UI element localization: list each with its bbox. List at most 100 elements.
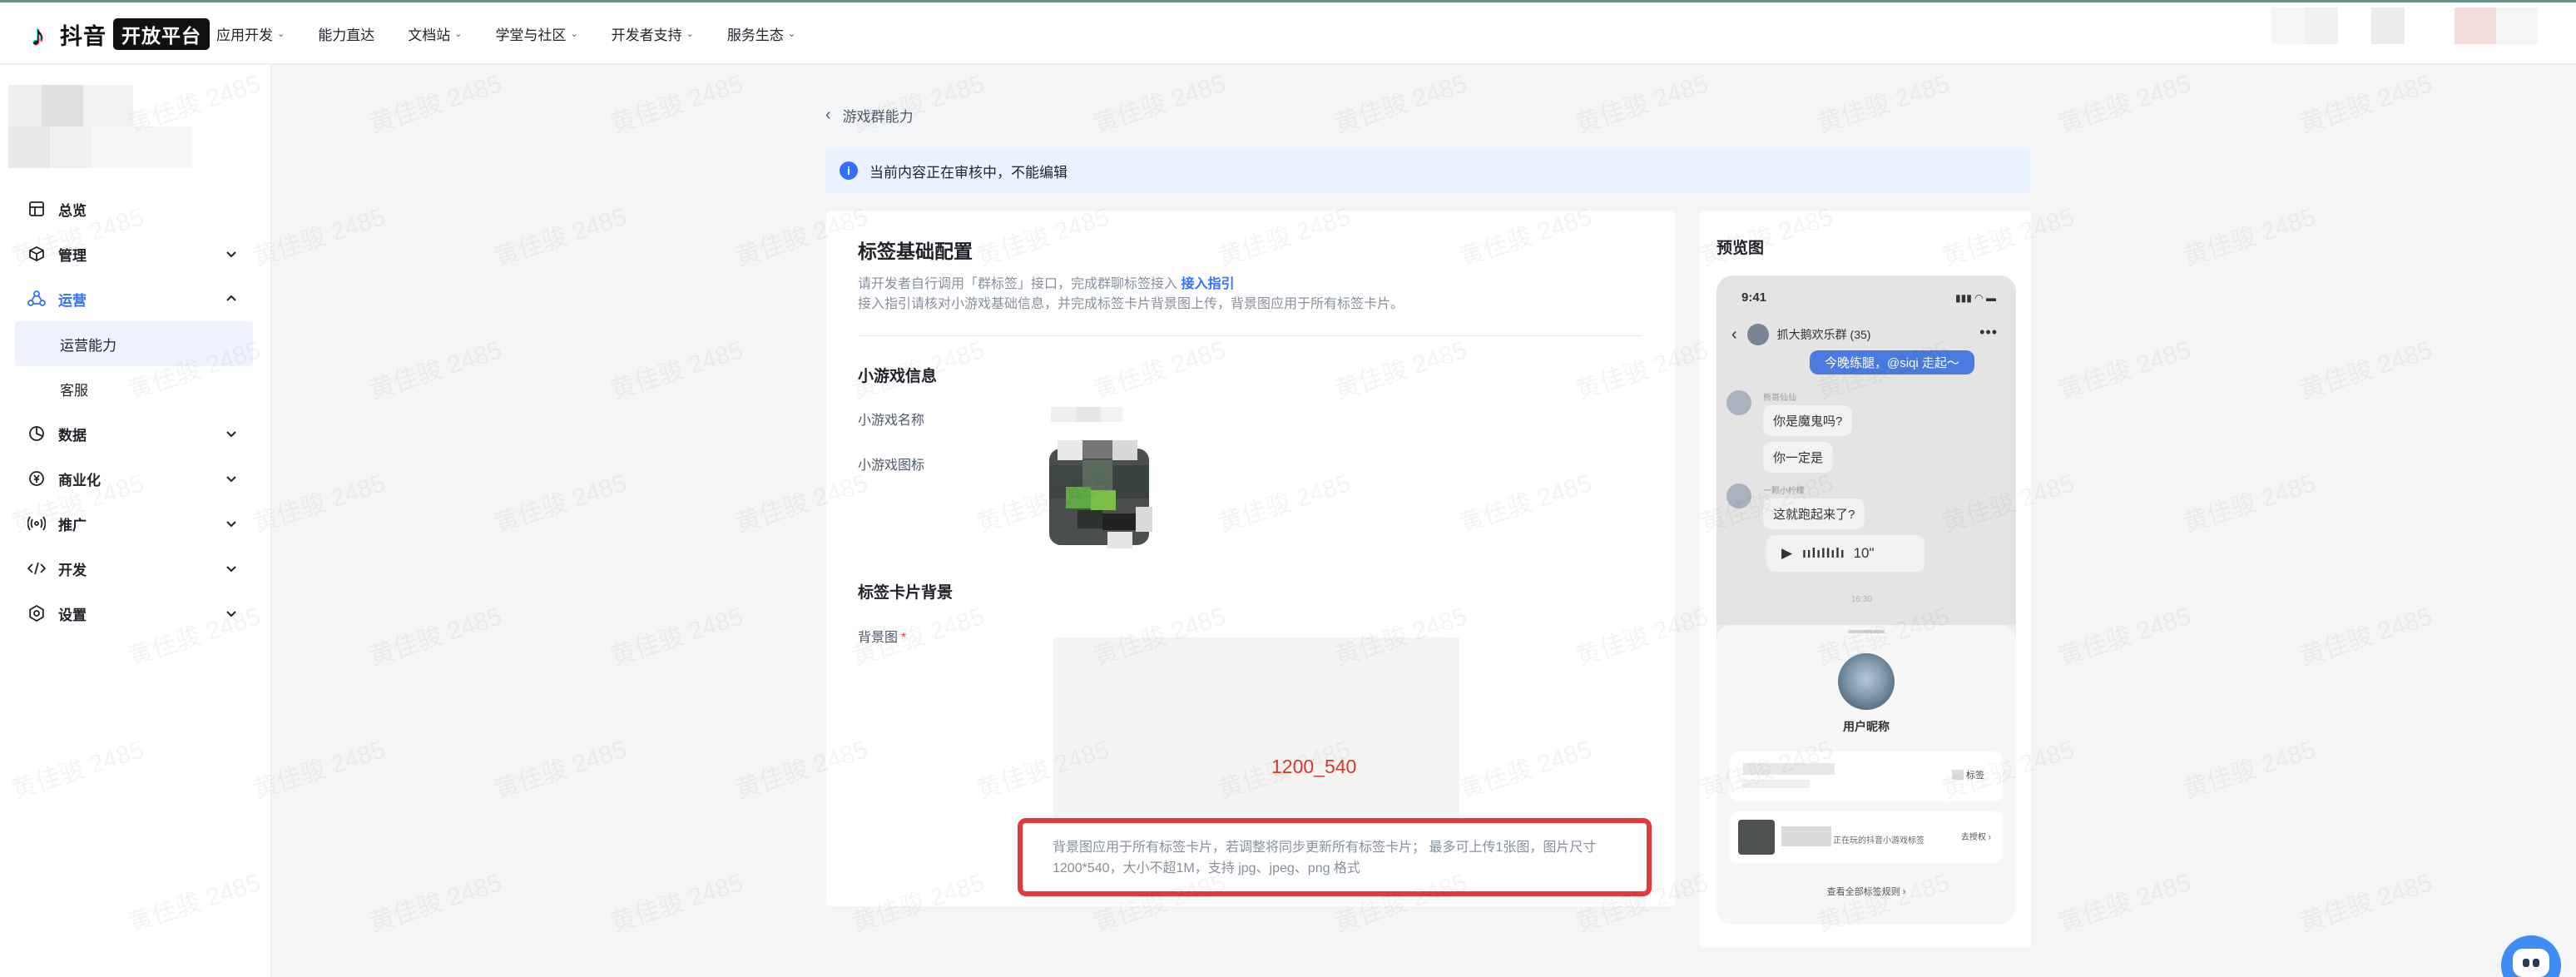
game-name-value-blurred (1051, 404, 1122, 425)
hint-highlight-box: 背景图应用于所有标签卡片，若调整将同步更新所有标签卡片； 最多可上传1张图，图片… (1018, 818, 1652, 896)
watermark-text: 黄佳骏 2485 (2294, 596, 2436, 673)
chat-bubble: 你是魔鬼吗? (1763, 405, 1853, 436)
chevron-down-icon: ⌄ (570, 28, 578, 39)
chat-bubble-blue: 今晚练腿，@siqi 走起～ (1810, 350, 1974, 374)
watermark-text: 黄佳骏 2485 (605, 330, 747, 407)
play-icon: ▶ (1781, 545, 1793, 561)
chevron-down-icon: ⌄ (686, 28, 694, 39)
chevron-down-icon: ⌄ (787, 28, 796, 39)
code-icon (27, 558, 47, 578)
chat-area: 9:41 ▮▮▮ ◠ ▬ ‹ 抓大鹅欢乐群 (35) ••• 今晚练腿，@siq… (1717, 275, 2016, 625)
sidebar-item-promotion[interactable]: 推广 (0, 501, 271, 546)
sender-name: 熊哥仙仙 (1763, 394, 1796, 403)
tag-icon (1952, 770, 1964, 780)
nav-support[interactable]: 开发者支持 ⌄ (612, 23, 694, 44)
game-tag-row: 正在玩的抖音小游戏标签 去授权 › (1730, 811, 2003, 863)
nav-academy[interactable]: 学堂与社区 ⌄ (495, 23, 577, 44)
user-avatar (1838, 653, 1895, 710)
sidebar-subitem-customer-service[interactable]: 客服 (0, 366, 271, 411)
game-icon-label: 小游戏图标 (858, 459, 925, 473)
sidebar-item-manage[interactable]: 管理 (0, 231, 271, 276)
robot-face-icon (2513, 949, 2549, 977)
tag-pill: 标签 (1952, 768, 1984, 781)
watermark-text: 黄佳骏 2485 (1570, 63, 1712, 141)
more-icon: ••• (1979, 324, 1998, 340)
top-navigation-bar: ♪ ♪ ♪ 抖音 开放平台 应用开发 ⌄ 能力直达 文档站 ⌄ 学堂与社区 ⌄ 开发者… (0, 2, 2576, 64)
nav-capability[interactable]: 能力直达 (318, 23, 374, 44)
sheet-handle (1848, 630, 1885, 633)
watermark-text: 黄佳骏 2485 (605, 596, 747, 673)
voice-message: ▶ ıılıIIılı 10" (1766, 535, 1925, 572)
robot-eye (2533, 959, 2539, 967)
watermark-text: 黄佳骏 2485 (2294, 330, 2436, 407)
watermark-text: 黄佳骏 2485 (488, 729, 631, 806)
dashboard-icon (27, 199, 47, 219)
watermark-text: 黄佳骏 2485 (1329, 63, 1471, 141)
watermark-text: 黄佳骏 2485 (488, 196, 631, 274)
box-icon (27, 244, 47, 264)
chevron-down-icon (226, 251, 236, 258)
watermark-text: 黄佳骏 2485 (605, 63, 747, 141)
avatar (1726, 484, 1751, 508)
preview-title: 预览图 (1717, 240, 1765, 257)
app-profile-blurred[interactable] (8, 85, 280, 176)
watermark-text: 黄佳骏 2485 (1087, 63, 1230, 141)
chat-bubble: 这就跑起来了? (1763, 498, 1865, 529)
watermark-text: 黄佳骏 2485 (2053, 596, 2195, 673)
blurred-game-name (1781, 826, 1831, 846)
blurred-text (1743, 780, 1810, 788)
access-guide-link[interactable]: 接入指引 (1181, 277, 1234, 291)
watermark-text: 黄佳骏 2485 (364, 330, 506, 407)
sidebar-item-monetization[interactable]: 商业化 (0, 456, 271, 501)
sidebar-subitem-operation-capability[interactable]: 运营能力 (15, 321, 253, 366)
robot-eye (2523, 959, 2529, 967)
sidebar-item-operations[interactable]: 运营 (0, 276, 271, 321)
alert-text: 当前内容正在审核中，不能编辑 (869, 164, 1068, 181)
status-icons: ▮▮▮ ◠ ▬ (1955, 292, 1996, 304)
main-nav: 应用开发 ⌄ 能力直达 文档站 ⌄ 学堂与社区 ⌄ 开发者支持 ⌄ 服务生态 ⌄ (216, 2, 829, 64)
watermark-text: 黄佳骏 2485 (2294, 862, 2436, 940)
operations-icon (27, 289, 47, 309)
sidebar-item-overview[interactable]: 总览 (0, 186, 271, 231)
game-thumbnail (1738, 820, 1775, 855)
status-time: 9:41 (1741, 290, 1767, 305)
platform-logo[interactable]: ♪ ♪ ♪ 抖音 开放平台 (28, 18, 210, 52)
chevron-down-icon (226, 431, 236, 438)
sidebar-item-data[interactable]: 数据 (0, 411, 271, 456)
chevron-down-icon (226, 611, 236, 617)
assistant-robot-button[interactable] (2501, 935, 2561, 977)
tag-card-sheet: 用户昵称 标签 正在玩的抖音小游戏标签 去授权 › 查看全部标签规则 › (1717, 625, 2016, 925)
account-area-blurred[interactable] (2271, 7, 2554, 44)
game-tag-description: 正在玩的抖音小游戏标签 (1833, 836, 1925, 846)
chat-title: 抓大鹅欢乐群 (35) (1776, 328, 1871, 341)
watermark-text: 黄佳骏 2485 (2177, 196, 2320, 274)
watermark-text: 黄佳骏 2485 (2053, 862, 2195, 940)
review-alert: i 当前内容正在审核中，不能编辑 (826, 148, 2031, 193)
preview-card: 预览图 9:41 ▮▮▮ ◠ ▬ ‹ 抓大鹅欢乐群 (35) ••• 今晚练腿，… (1700, 211, 2031, 948)
breadcrumb[interactable]: ‹ 游戏群能力 (825, 105, 914, 126)
settings-icon (27, 603, 47, 623)
sidebar-menu: 总览 管理 运营 运营能力 客服 数据 商业化 推广 开发 设置 (0, 186, 271, 636)
nav-ecosystem[interactable]: 服务生态 ⌄ (727, 23, 795, 44)
sidebar-item-develop[interactable]: 开发 (0, 546, 271, 591)
waveform-icon: ıılıIIılı (1802, 545, 1845, 561)
user-nickname: 用户昵称 (1843, 720, 1890, 733)
tag-row: 标签 (1730, 751, 2003, 801)
sidebar-item-settings[interactable]: 设置 (0, 591, 271, 636)
card-bg-title: 标签卡片背景 (858, 584, 954, 602)
nav-docs[interactable]: 文档站 ⌄ (408, 23, 462, 44)
watermark-text: 黄佳骏 2485 (846, 63, 988, 141)
bg-size-text: 1200_540 (1271, 756, 1357, 777)
group-avatar (1746, 324, 1769, 345)
douyin-logo-icon: ♪ ♪ ♪ (30, 19, 46, 52)
bg-image-preview[interactable]: 1200_540 (1053, 637, 1459, 821)
nav-app-dev[interactable]: 应用开发 ⌄ (216, 23, 285, 44)
watermark-text: 黄佳骏 2485 (2053, 63, 2195, 141)
chevron-down-icon: ⌄ (277, 28, 285, 39)
voice-duration: 10" (1853, 545, 1875, 561)
upload-hint-text: 背景图应用于所有标签卡片，若调整将同步更新所有标签卡片； 最多可上传1张图，图片… (1053, 841, 1597, 875)
watermark-text: 黄佳骏 2485 (2053, 330, 2195, 407)
watermark-text: 黄佳骏 2485 (2177, 729, 2320, 806)
game-info-title: 小游戏信息 (858, 368, 938, 385)
watermark-text: 黄佳骏 2485 (364, 63, 506, 141)
